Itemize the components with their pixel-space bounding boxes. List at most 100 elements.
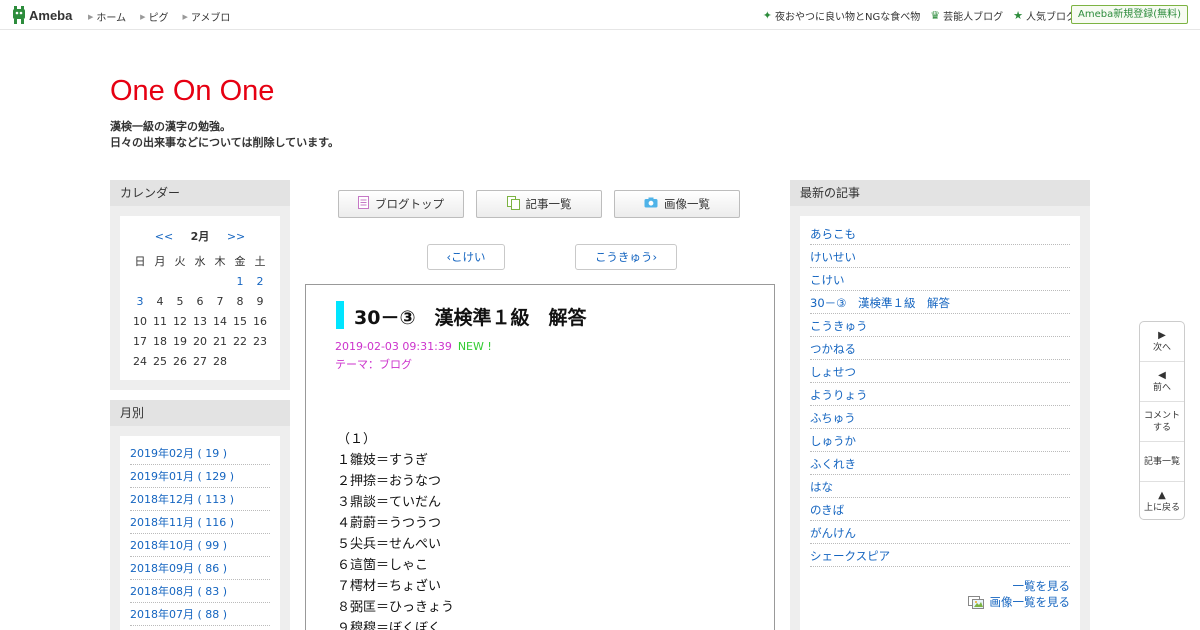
calendar-empty-cell [150,274,170,289]
see-all-images-link[interactable]: 画像一覧を見る [967,594,1070,610]
see-all-articles-link[interactable]: 一覧を見る [1013,578,1071,594]
recent-article-link[interactable]: しょせつ [810,360,1070,383]
copy-documents-icon [506,195,520,213]
calendar-next-link[interactable]: >> [227,230,245,243]
article-line: ３鼎談＝ていだん [337,495,442,510]
triangle-right-icon: ▶ [1158,329,1166,341]
blog-title[interactable]: One On One [110,75,274,108]
link-featured-topic[interactable]: ✦ 夜おやつに良い物とNGな食べ物 [763,8,920,23]
calendar-empty-cell [170,274,190,289]
recent-article-link[interactable]: けいせい [810,245,1070,268]
monthly-archive-link[interactable]: 2018年12月 ( 113 ) [130,488,270,511]
monthly-list: 2019年02月 ( 19 ) 2019年01月 ( 129 ) 2018年12月 … [130,442,270,626]
recent-article-link[interactable]: 30－③ 漢検準１級 解答 [810,291,1070,314]
calendar-weekday: 金 [234,255,246,268]
monthly-body: 2019年02月 ( 19 ) 2019年01月 ( 129 ) 2018年12月 … [120,436,280,630]
calendar-day: 27 [193,355,207,368]
nav-home[interactable]: ▶ ホーム [88,9,126,25]
monthly-archive-link[interactable]: 2018年11月 ( 116 ) [130,511,270,534]
calendar-heading: カレンダー [110,180,290,206]
recent-article-link[interactable]: シェークスピア [810,544,1070,567]
monthly-archive-link[interactable]: 2018年08月 ( 83 ) [130,580,270,603]
calendar-day: 25 [153,355,167,368]
recent-article-link[interactable]: ふくれき [810,452,1070,475]
float-top-button[interactable]: ▲ 上に戻る [1140,482,1184,519]
float-comment-button[interactable]: コメントする [1140,402,1184,442]
float-next-button[interactable]: ▶ 次へ [1140,322,1184,362]
calendar-prev-link[interactable]: << [155,230,173,243]
float-list-button[interactable]: 記事一覧 [1140,442,1184,482]
article-line: ７樗材＝ちょざい [337,579,442,594]
recent-article-link[interactable]: はな [810,475,1070,498]
recent-article-link[interactable]: こけい [810,268,1070,291]
calendar-body: << 2月 >> 日月火水木金土 1 2 3 4 5 6 7 8 9 10 11 12 13 14 15 16 1… [120,216,280,380]
triangle-right-icon: ▶ [140,12,146,21]
floating-nav: ▶ 次へ ◀ 前へ コメントする 記事一覧 ▲ 上に戻る [1139,321,1185,520]
article-title[interactable]: 30－③ 漢検準１級 解答 [354,303,587,330]
article-line: ６這箇＝しゃこ [337,558,429,573]
monthly-archive-link[interactable]: 2019年02月 ( 19 ) [130,442,270,465]
calendar-day: 4 [156,295,164,308]
article-line: ２押捺＝おうなつ [337,474,442,489]
article-date: 2019-02-03 09:31:39 NEW ! [335,340,492,353]
recent-article-link[interactable]: しゅうか [810,429,1070,452]
article-list-button[interactable]: 記事一覧 [476,190,602,218]
recent-article-link[interactable]: ようりょう [810,383,1070,406]
monthly-archive-link[interactable]: 2018年07月 ( 88 ) [130,603,270,626]
nav-ameblo[interactable]: ▶ アメブロ [182,9,230,25]
sparkle-icon: ✦ [762,9,773,22]
calendar-day: 16 [253,315,267,328]
monthly-archive-link[interactable]: 2018年10月 ( 99 ) [130,534,270,557]
calendar-day: 18 [153,335,167,348]
recent-article-link[interactable]: がんけん [810,521,1070,544]
theme-link[interactable]: ブログ [379,358,412,371]
register-button[interactable]: Ameba新規登録(無料) [1070,5,1188,24]
calendar-widget: カレンダー << 2月 >> 日月火水木金土 1 2 3 4 5 6 7 8 9 10 11 12 13 1… [110,180,290,390]
recent-article-link[interactable]: こうきゅう [810,314,1070,337]
logo-text: Ameba [29,7,73,23]
recent-article-link[interactable]: つかねる [810,337,1070,360]
nav-pigg[interactable]: ▶ ピグ [140,9,168,25]
triangle-left-icon: ◀ [1158,369,1166,381]
calendar-nav: << 2月 >> [120,228,280,244]
calendar-day[interactable]: 1 [230,274,250,289]
calendar-day: 19 [173,335,187,348]
calendar-weekday: 土 [254,255,266,268]
calendar-day: 10 [133,315,147,328]
camera-icon [644,197,658,211]
calendar-day: 6 [196,295,204,308]
recent-articles-widget: 最新の記事 あらこも けいせい こけい 30－③ 漢検準１級 解答 こうきゅう つかねるし… [790,180,1090,630]
recent-article-link[interactable]: あらこも [810,222,1070,245]
calendar-day: 11 [153,315,167,328]
link-celebrity-blog[interactable]: ♛ 芸能人ブログ [930,8,1003,23]
calendar-day: 13 [193,315,207,328]
image-list-button[interactable]: 画像一覧 [614,190,740,218]
link-popular-blog[interactable]: ★ 人気ブログ [1013,8,1076,23]
recent-article-link[interactable]: ふちゅう [810,406,1070,429]
top-nav: ▶ ホーム ▶ ピグ ▶ アメブロ [88,9,244,25]
monthly-archive-link[interactable]: 2018年09月 ( 86 ) [130,557,270,580]
calendar-day: 7 [216,295,224,308]
ameba-mascot-icon [13,6,25,24]
triangle-right-icon: ▶ [182,12,188,21]
calendar-empty-cell [130,274,150,289]
calendar-day[interactable]: 3 [130,294,150,309]
calendar-day[interactable]: 2 [250,274,270,289]
chevron-right-icon: › [652,250,658,264]
prev-post-button[interactable]: ‹ こけい [427,244,505,270]
next-post-button[interactable]: こうきゅう › [575,244,677,270]
calendar-day: 20 [193,335,207,348]
document-icon [358,196,369,212]
blog-top-button[interactable]: ブログトップ [338,190,464,218]
recent-article-link[interactable]: のきば [810,498,1070,521]
calendar-day: 21 [213,335,227,348]
ameba-logo[interactable]: Ameba [12,6,72,24]
calendar-day: 14 [213,315,227,328]
article-line: ５尖兵＝せんぺい [337,537,442,552]
calendar-day: 15 [233,315,247,328]
monthly-archive-link[interactable]: 2019年01月 ( 129 ) [130,465,270,488]
calendar-day: 17 [133,335,147,348]
triangle-right-icon: ▶ [88,12,94,21]
float-prev-button[interactable]: ◀ 前へ [1140,362,1184,402]
calendar-day: 12 [173,315,187,328]
